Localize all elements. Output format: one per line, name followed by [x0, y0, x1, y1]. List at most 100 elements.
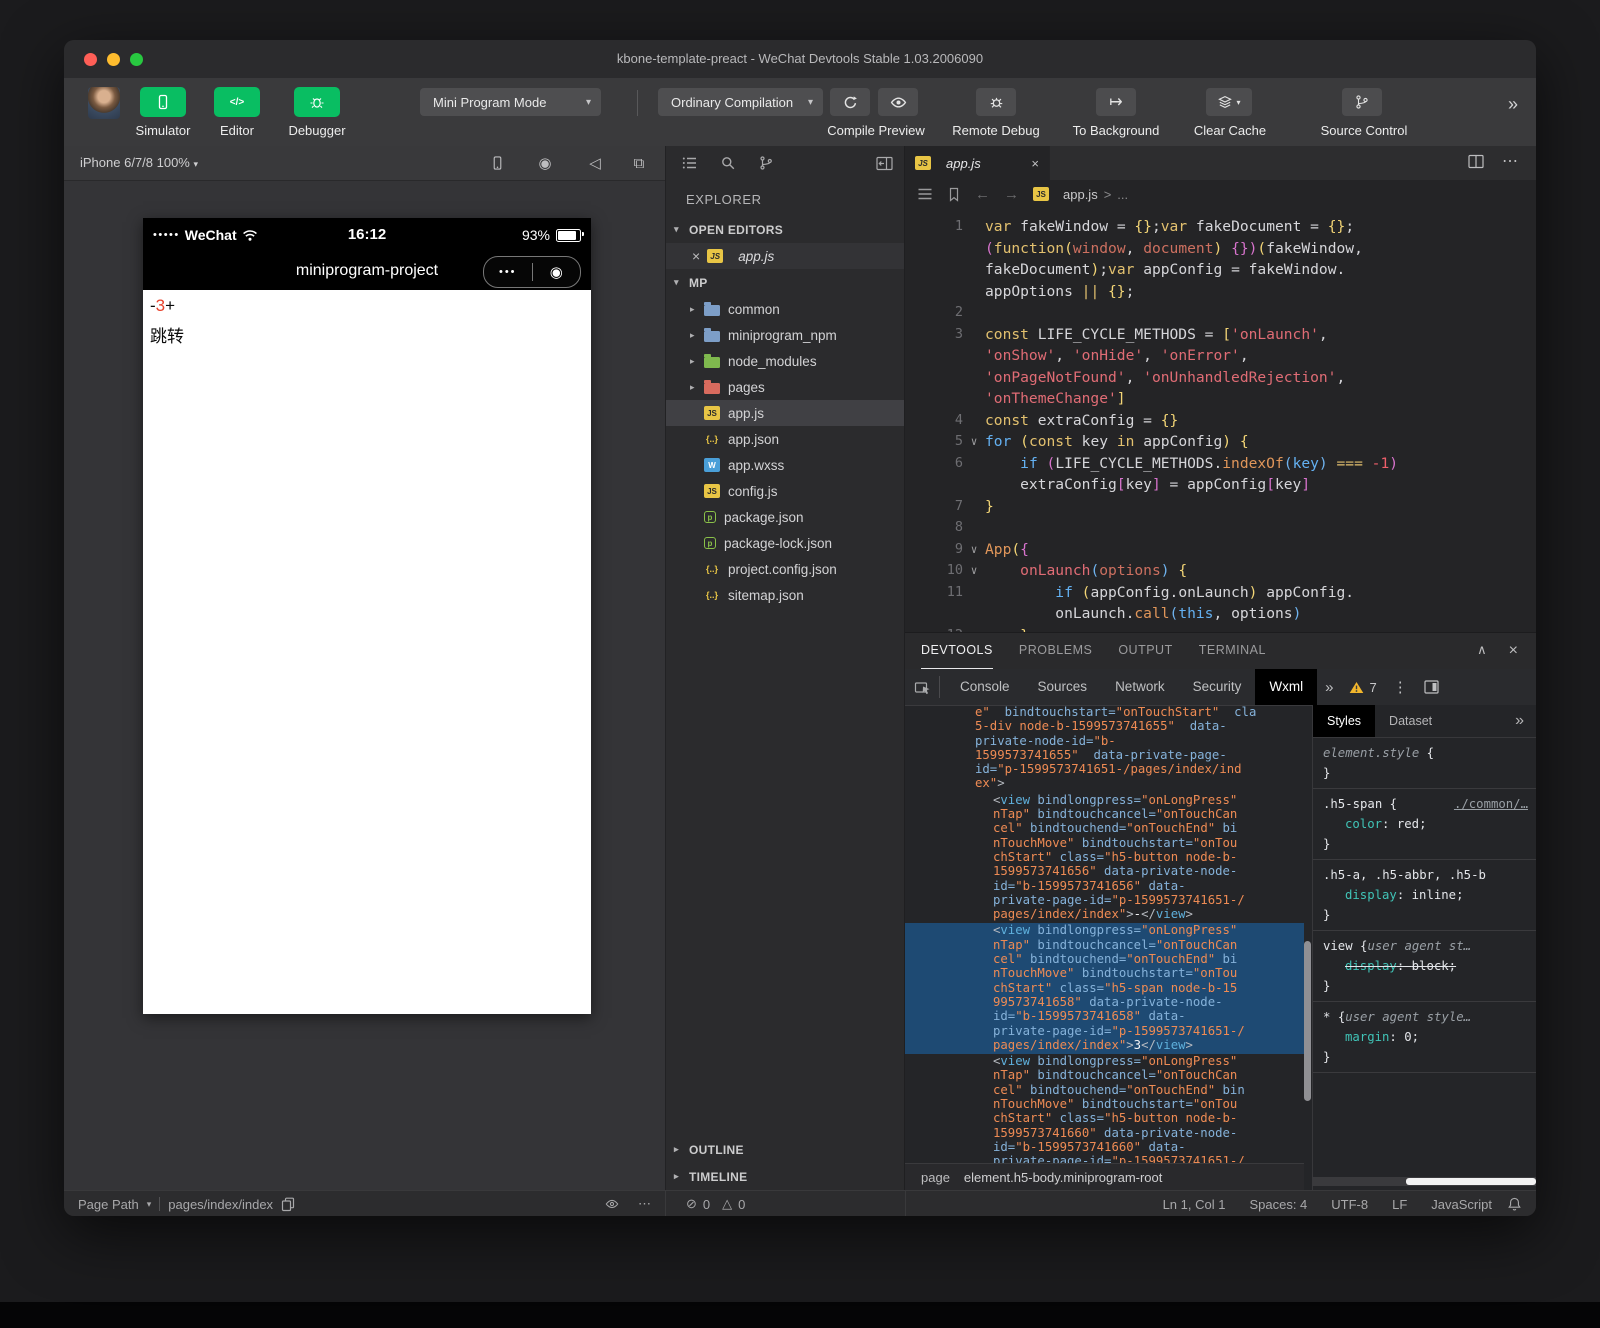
css-property[interactable]: margin: 0; [1323, 1027, 1528, 1047]
styles-hscrollbar-track[interactable] [1312, 1177, 1536, 1186]
page-path-label[interactable]: Page Path [78, 1197, 139, 1212]
breadcrumb-element[interactable]: element.h5-body.miniprogram-root [964, 1170, 1162, 1185]
chrome-tab-security[interactable]: Security [1179, 669, 1256, 705]
breadcrumb-page[interactable]: page [921, 1170, 950, 1185]
css-selector[interactable]: .h5-a, .h5-abbr, .h5-b [1323, 865, 1528, 885]
debugger-button[interactable] [294, 87, 340, 117]
status-item[interactable]: UTF-8 [1331, 1197, 1368, 1212]
outline-list-icon[interactable] [917, 187, 933, 201]
wxml-element-tree[interactable]: e" bindtouchstart="onTouchStart" cla5-di… [905, 705, 1304, 1163]
timeline-section-header[interactable]: ▸ TIMELINE [666, 1163, 904, 1190]
outline-section-header[interactable]: ▸ OUTLINE [666, 1136, 904, 1163]
status-item[interactable]: LF [1392, 1197, 1407, 1212]
close-tab-icon[interactable]: × [1031, 156, 1039, 171]
inspect-element-icon[interactable] [905, 669, 939, 705]
tree-item-project.config.json[interactable]: {..}project.config.json [666, 556, 904, 582]
tree-item-package-lock.json[interactable]: ppackage-lock.json [666, 530, 904, 556]
stylesheet-link[interactable]: ./common/… [1454, 794, 1528, 814]
bell-icon[interactable] [1507, 1196, 1522, 1212]
titlebar[interactable]: kbone-template-preact - WeChat Devtools … [64, 40, 1536, 79]
tree-item-config.js[interactable]: JSconfig.js [666, 478, 904, 504]
wxml-scrollbar[interactable] [1304, 941, 1311, 1101]
open-editor-item[interactable]: × JS app.js [666, 243, 904, 269]
git-fork-icon[interactable] [756, 153, 776, 173]
preview-button[interactable] [878, 88, 918, 116]
warning-badge[interactable]: 7 [1349, 680, 1376, 695]
tree-item-package.json[interactable]: ppackage.json [666, 504, 904, 530]
css-property[interactable]: display: block; [1323, 956, 1528, 976]
css-selector[interactable]: ./common/….h5-span { [1323, 794, 1528, 814]
mute-icon[interactable]: ◁ [584, 152, 606, 174]
styles-tab-styles[interactable]: Styles [1313, 705, 1375, 737]
css-property[interactable]: display: inline; [1323, 885, 1528, 905]
to-background-button[interactable]: ↦ [1096, 88, 1136, 116]
program-mode-dropdown[interactable]: Mini Program Mode ▾ [420, 88, 601, 116]
wxml-node-selected[interactable]: <view bindlongpress="onLongPress"nTap" b… [905, 923, 1304, 1054]
eye-icon[interactable] [604, 1197, 620, 1211]
copy-icon[interactable] [281, 1197, 295, 1212]
chrome-tab-wxml[interactable]: Wxml [1255, 669, 1317, 705]
tree-item-app.js[interactable]: JSapp.js [666, 400, 904, 426]
tree-item-miniprogram_npm[interactable]: ▸miniprogram_npm [666, 322, 904, 348]
remote-debug-button[interactable] [976, 88, 1016, 116]
nav-forward-icon[interactable]: → [1004, 186, 1019, 203]
tree-item-app.wxss[interactable]: Wapp.wxss [666, 452, 904, 478]
project-root-header[interactable]: ▾ MP [666, 269, 904, 296]
close-icon[interactable]: × [692, 248, 700, 264]
split-editor-icon[interactable] [1468, 154, 1484, 169]
close-miniprogram-icon[interactable]: ◉ [533, 263, 581, 281]
devtools-tab-devtools[interactable]: DEVTOOLS [921, 632, 993, 670]
compile-button[interactable] [830, 88, 870, 116]
dock-side-icon[interactable] [1424, 680, 1439, 694]
collapse-panel-icon[interactable]: ∧ [1477, 642, 1487, 660]
chrome-tab-sources[interactable]: Sources [1024, 669, 1102, 705]
status-item[interactable]: JavaScript [1431, 1197, 1492, 1212]
devtools-tab-problems[interactable]: PROBLEMS [1019, 632, 1092, 668]
more-options-icon[interactable]: ⋯ [638, 1196, 651, 1212]
bookmark-icon[interactable] [947, 187, 961, 202]
wxml-node[interactable]: <view bindlongpress="onLongPress"nTap" b… [905, 793, 1304, 924]
status-item[interactable]: Spaces: 4 [1249, 1197, 1307, 1212]
breadcrumb-file[interactable]: JS app.js > ... [1033, 187, 1128, 202]
statusbar-problems-segment[interactable]: ⊘ 0 △ 0 [665, 1191, 905, 1216]
more-tabs-icon[interactable]: » [1325, 679, 1333, 696]
collapse-sidebar-icon[interactable] [874, 153, 894, 173]
chrome-tab-console[interactable]: Console [946, 669, 1024, 705]
css-property[interactable]: color: red; [1323, 814, 1528, 834]
record-icon[interactable]: ◉ [534, 152, 556, 174]
styles-tab-dataset[interactable]: Dataset [1375, 705, 1446, 737]
close-panel-icon[interactable]: × [1509, 642, 1518, 660]
simulator-button[interactable] [140, 87, 186, 117]
devtools-tab-output[interactable]: OUTPUT [1118, 632, 1172, 668]
devtools-tab-terminal[interactable]: TERMINAL [1199, 632, 1266, 668]
more-actions-icon[interactable]: ⋯ [1502, 151, 1518, 171]
css-selector[interactable]: view {user agent st… [1323, 936, 1528, 956]
compilation-mode-dropdown[interactable]: Ordinary Compilation ▾ [658, 88, 823, 116]
tree-item-common[interactable]: ▸common [666, 296, 904, 322]
jump-link[interactable]: 跳转 [150, 322, 184, 347]
user-avatar[interactable] [88, 87, 120, 119]
wxml-node[interactable]: e" bindtouchstart="onTouchStart" cla5-di… [905, 705, 1304, 793]
increment-button[interactable]: + [165, 296, 175, 315]
styles-hscrollbar-thumb[interactable] [1406, 1178, 1536, 1185]
nav-back-icon[interactable]: ← [975, 186, 990, 203]
devtools-menu-icon[interactable]: ⋮ [1393, 678, 1408, 696]
css-selector[interactable]: element.style { [1323, 743, 1528, 763]
device-frame-icon[interactable] [486, 152, 508, 174]
css-selector[interactable]: * {user agent style… [1323, 1007, 1528, 1027]
search-icon[interactable] [718, 153, 738, 173]
more-styles-tabs-icon[interactable]: » [1515, 712, 1536, 730]
source-control-button[interactable] [1342, 88, 1382, 116]
file-list-icon[interactable] [680, 153, 700, 173]
fold-icon[interactable]: ∨ [963, 539, 985, 561]
device-selector[interactable]: iPhone 6/7/8 100% ▾ [80, 146, 198, 180]
tree-item-node_modules[interactable]: ▸node_modules [666, 348, 904, 374]
clear-cache-button[interactable]: ▾ [1206, 88, 1252, 116]
fold-icon[interactable]: ∨ [963, 560, 985, 582]
open-editors-header[interactable]: ▾ OPEN EDITORS [666, 216, 904, 243]
multi-window-icon[interactable]: ⧉ [628, 152, 650, 174]
toolbar-overflow-button[interactable]: » [1508, 94, 1518, 115]
code-editor[interactable]: 1var fakeWindow = {};var fakeDocument = … [905, 208, 1536, 632]
status-item[interactable]: Ln 1, Col 1 [1163, 1197, 1226, 1212]
fold-icon[interactable]: ∨ [963, 431, 985, 453]
